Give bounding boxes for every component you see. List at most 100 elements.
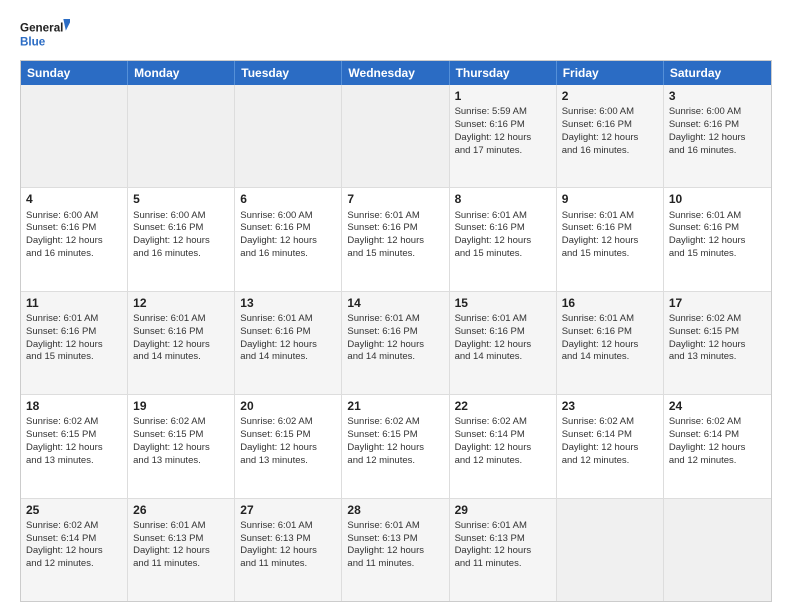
- cell-info-line: Daylight: 12 hours: [26, 442, 122, 455]
- cell-info-line: Sunset: 6:13 PM: [455, 533, 551, 546]
- cell-info-line: Sunrise: 6:00 AM: [26, 210, 122, 223]
- cell-info-line: and 15 minutes.: [26, 351, 122, 364]
- cell-info-line: Sunset: 6:14 PM: [26, 533, 122, 546]
- cell-info-line: Sunrise: 6:00 AM: [669, 106, 766, 119]
- cal-row-5: 25Sunrise: 6:02 AMSunset: 6:14 PMDayligh…: [21, 499, 771, 601]
- cell-info-line: Sunset: 6:16 PM: [562, 222, 658, 235]
- header: General Blue: [20, 16, 772, 52]
- day-3: 3Sunrise: 6:00 AMSunset: 6:16 PMDaylight…: [664, 85, 771, 187]
- day-number-12: 12: [133, 295, 229, 311]
- cell-info-line: Sunrise: 6:02 AM: [133, 416, 229, 429]
- cell-info-line: Sunrise: 6:01 AM: [455, 520, 551, 533]
- cell-info-line: Daylight: 12 hours: [240, 545, 336, 558]
- cell-info-line: Sunset: 6:16 PM: [133, 222, 229, 235]
- day-27: 27Sunrise: 6:01 AMSunset: 6:13 PMDayligh…: [235, 499, 342, 601]
- day-20: 20Sunrise: 6:02 AMSunset: 6:15 PMDayligh…: [235, 395, 342, 497]
- day-29: 29Sunrise: 6:01 AMSunset: 6:13 PMDayligh…: [450, 499, 557, 601]
- day-number-23: 23: [562, 398, 658, 414]
- day-number-28: 28: [347, 502, 443, 518]
- cell-info-line: Sunset: 6:14 PM: [669, 429, 766, 442]
- header-wednesday: Wednesday: [342, 61, 449, 85]
- cell-info-line: and 15 minutes.: [347, 248, 443, 261]
- cell-info-line: and 11 minutes.: [240, 558, 336, 571]
- cell-info-line: Sunset: 6:16 PM: [562, 326, 658, 339]
- cell-info-line: Daylight: 12 hours: [26, 545, 122, 558]
- cell-info-line: Daylight: 12 hours: [347, 339, 443, 352]
- cell-info-line: Daylight: 12 hours: [455, 132, 551, 145]
- cell-info-line: Sunset: 6:15 PM: [347, 429, 443, 442]
- cell-info-line: and 13 minutes.: [26, 455, 122, 468]
- cell-info-line: Sunrise: 6:02 AM: [669, 313, 766, 326]
- cell-info-line: Daylight: 12 hours: [669, 235, 766, 248]
- cell-info-line: Sunset: 6:15 PM: [133, 429, 229, 442]
- cell-info-line: and 16 minutes.: [669, 145, 766, 158]
- day-number-1: 1: [455, 88, 551, 104]
- cell-info-line: Sunset: 6:14 PM: [562, 429, 658, 442]
- cell-info-line: Sunset: 6:16 PM: [26, 222, 122, 235]
- cell-info-line: Daylight: 12 hours: [347, 235, 443, 248]
- cell-info-line: Sunset: 6:16 PM: [562, 119, 658, 132]
- empty-cell-0-2: [235, 85, 342, 187]
- empty-cell-0-3: [342, 85, 449, 187]
- cell-info-line: and 14 minutes.: [133, 351, 229, 364]
- cell-info-line: Sunrise: 6:01 AM: [240, 520, 336, 533]
- day-8: 8Sunrise: 6:01 AMSunset: 6:16 PMDaylight…: [450, 188, 557, 290]
- day-number-4: 4: [26, 191, 122, 207]
- empty-cell-4-5: [557, 499, 664, 601]
- cell-info-line: Sunrise: 6:01 AM: [562, 210, 658, 223]
- cell-info-line: Daylight: 12 hours: [455, 545, 551, 558]
- cell-info-line: Daylight: 12 hours: [669, 442, 766, 455]
- day-13: 13Sunrise: 6:01 AMSunset: 6:16 PMDayligh…: [235, 292, 342, 394]
- empty-cell-4-6: [664, 499, 771, 601]
- cell-info-line: Sunrise: 6:01 AM: [347, 520, 443, 533]
- cell-info-line: Daylight: 12 hours: [562, 339, 658, 352]
- cell-info-line: and 14 minutes.: [562, 351, 658, 364]
- cell-info-line: and 12 minutes.: [562, 455, 658, 468]
- empty-cell-0-0: [21, 85, 128, 187]
- day-4: 4Sunrise: 6:00 AMSunset: 6:16 PMDaylight…: [21, 188, 128, 290]
- cell-info-line: Sunset: 6:16 PM: [26, 326, 122, 339]
- cell-info-line: Daylight: 12 hours: [240, 339, 336, 352]
- cal-row-2: 4Sunrise: 6:00 AMSunset: 6:16 PMDaylight…: [21, 188, 771, 291]
- cal-row-1: 1 Sunrise: 5:59 AM Sunset: 6:16 PM Daylight…: [21, 85, 771, 188]
- cell-info-line: Sunset: 6:13 PM: [240, 533, 336, 546]
- cell-info-line: and 16 minutes.: [240, 248, 336, 261]
- cell-info-line: Daylight: 12 hours: [347, 545, 443, 558]
- day-15: 15Sunrise: 6:01 AMSunset: 6:16 PMDayligh…: [450, 292, 557, 394]
- svg-text:General: General: [20, 22, 63, 35]
- day-number-26: 26: [133, 502, 229, 518]
- cell-info-line: Sunrise: 6:01 AM: [133, 313, 229, 326]
- day-12: 12Sunrise: 6:01 AMSunset: 6:16 PMDayligh…: [128, 292, 235, 394]
- cell-info-line: Daylight: 12 hours: [133, 339, 229, 352]
- cell-info-line: Sunrise: 6:00 AM: [562, 106, 658, 119]
- day-number-15: 15: [455, 295, 551, 311]
- cell-info-line: and 16 minutes.: [133, 248, 229, 261]
- cell-info-line: Sunset: 6:16 PM: [240, 326, 336, 339]
- day-17: 17Sunrise: 6:02 AMSunset: 6:15 PMDayligh…: [664, 292, 771, 394]
- day-6: 6Sunrise: 6:00 AMSunset: 6:16 PMDaylight…: [235, 188, 342, 290]
- cell-info-line: Sunrise: 6:01 AM: [133, 520, 229, 533]
- day-number-24: 24: [669, 398, 766, 414]
- cell-info-line: Sunrise: 6:02 AM: [240, 416, 336, 429]
- cell-info-line: Sunrise: 6:01 AM: [455, 313, 551, 326]
- cell-info-line: Sunrise: 5:59 AM: [455, 106, 551, 119]
- day-number-8: 8: [455, 191, 551, 207]
- cell-info-line: and 14 minutes.: [240, 351, 336, 364]
- cell-info-line: Sunrise: 6:01 AM: [26, 313, 122, 326]
- day-number-21: 21: [347, 398, 443, 414]
- cell-info-line: and 17 minutes.: [455, 145, 551, 158]
- day-7: 7Sunrise: 6:01 AMSunset: 6:16 PMDaylight…: [342, 188, 449, 290]
- day-18: 18Sunrise: 6:02 AMSunset: 6:15 PMDayligh…: [21, 395, 128, 497]
- cell-info-line: Sunrise: 6:02 AM: [26, 416, 122, 429]
- cell-info-line: and 12 minutes.: [26, 558, 122, 571]
- day-number-19: 19: [133, 398, 229, 414]
- day-24: 24Sunrise: 6:02 AMSunset: 6:14 PMDayligh…: [664, 395, 771, 497]
- cell-info-line: and 12 minutes.: [347, 455, 443, 468]
- cell-info-line: Daylight: 12 hours: [240, 442, 336, 455]
- day-16: 16Sunrise: 6:01 AMSunset: 6:16 PMDayligh…: [557, 292, 664, 394]
- day-26: 26Sunrise: 6:01 AMSunset: 6:13 PMDayligh…: [128, 499, 235, 601]
- day-22: 22Sunrise: 6:02 AMSunset: 6:14 PMDayligh…: [450, 395, 557, 497]
- cell-info-line: Sunrise: 6:02 AM: [26, 520, 122, 533]
- cell-info-line: and 13 minutes.: [240, 455, 336, 468]
- day-14: 14Sunrise: 6:01 AMSunset: 6:16 PMDayligh…: [342, 292, 449, 394]
